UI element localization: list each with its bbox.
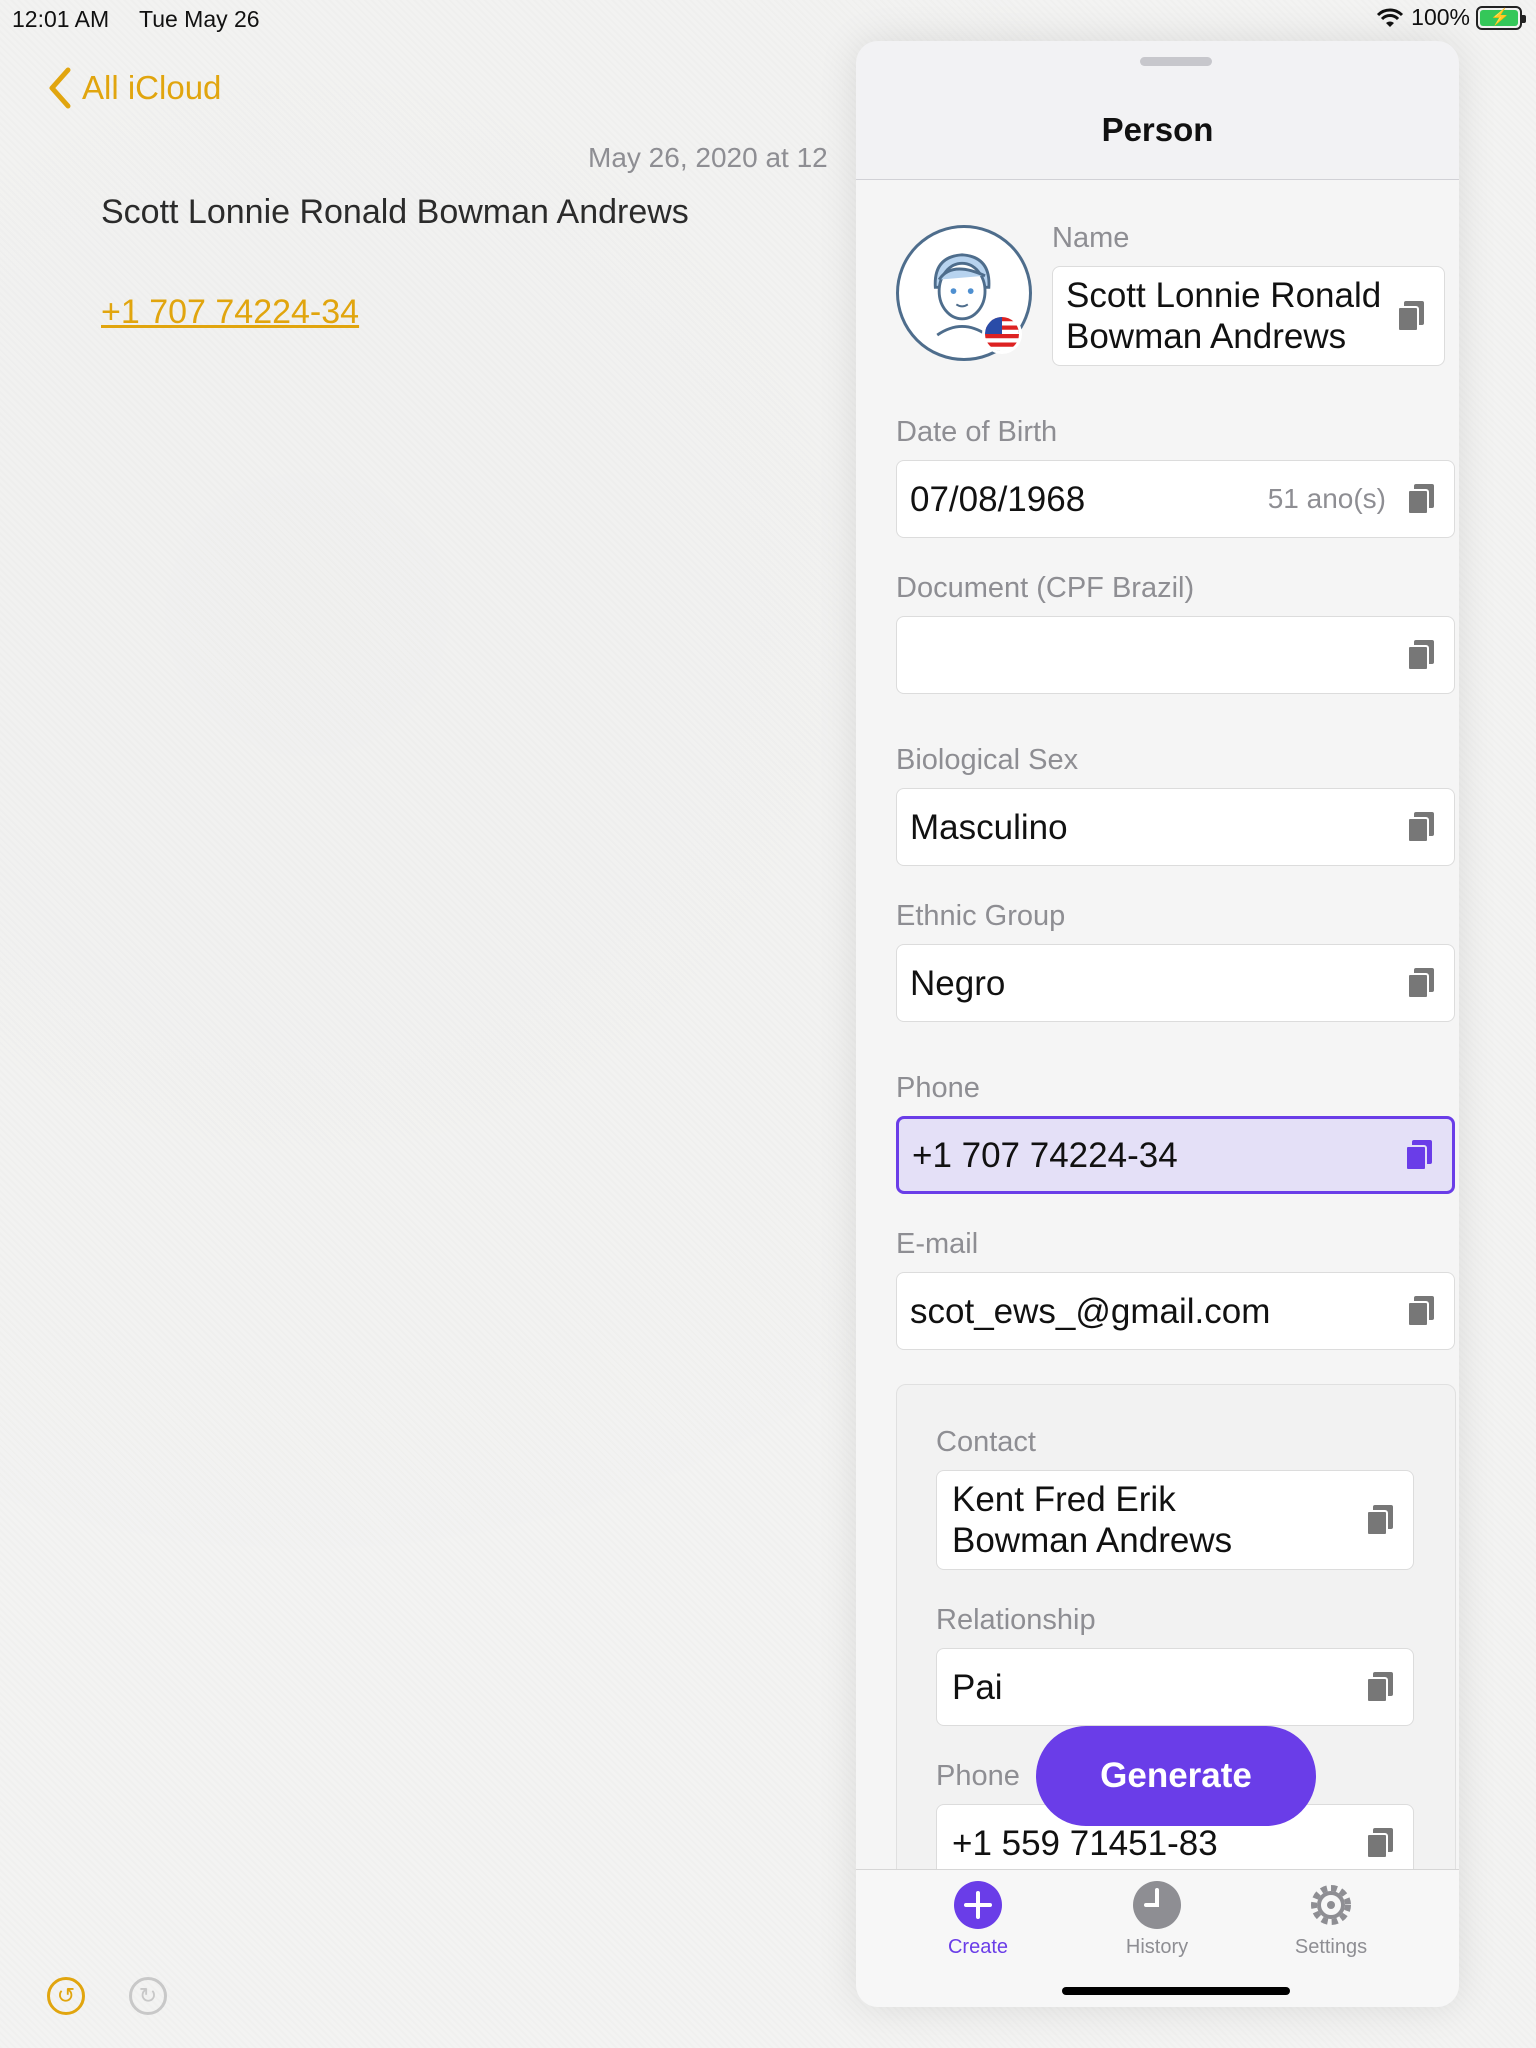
contact-line-2: Bowman Andrews bbox=[952, 1521, 1233, 1560]
phone-label: Phone bbox=[896, 1072, 980, 1104]
copy-icon[interactable] bbox=[1406, 638, 1436, 672]
note-title[interactable]: Scott Lonnie Ronald Bowman Andrews bbox=[101, 193, 689, 232]
ethnic-label: Ethnic Group bbox=[896, 900, 1066, 932]
wifi-icon bbox=[1377, 8, 1404, 27]
tab-settings[interactable]: Settings bbox=[1261, 1880, 1401, 1959]
back-button[interactable]: All iCloud bbox=[46, 66, 221, 110]
contact-phone-value: +1 559 71451-83 bbox=[952, 1823, 1218, 1863]
sex-label: Biological Sex bbox=[896, 744, 1079, 776]
status-right: 100% ⚡ bbox=[1375, 4, 1526, 31]
document-label: Document (CPF Brazil) bbox=[896, 572, 1195, 604]
dob-age: 51 ano(s) bbox=[1267, 483, 1386, 514]
dob-value: 07/08/1968 bbox=[910, 479, 1086, 519]
contact-label: Contact bbox=[936, 1426, 1036, 1458]
tab-create-label: Create bbox=[947, 1936, 1009, 1958]
sex-value: Masculino bbox=[910, 807, 1068, 847]
panel-title: Person bbox=[1101, 111, 1214, 148]
status-date: Tue May 26 bbox=[139, 6, 260, 32]
panel-grabber[interactable] bbox=[1140, 57, 1212, 66]
contact-field[interactable]: Kent Fred Erik Bowman Andrews bbox=[936, 1470, 1414, 1570]
name-line-1: Scott Lonnie Ronald bbox=[1066, 276, 1382, 315]
status-time: 12:01 AM bbox=[12, 6, 110, 32]
note-phone-link[interactable]: +1 707 74224-34 bbox=[101, 293, 359, 332]
name-field[interactable]: Scott Lonnie Ronald Bowman Andrews bbox=[1052, 266, 1445, 366]
undo-icon: ↺ bbox=[56, 1983, 76, 2008]
copy-icon[interactable] bbox=[1406, 810, 1436, 844]
home-indicator bbox=[1062, 1987, 1290, 1995]
undo-button[interactable]: ↺ bbox=[47, 1977, 85, 2015]
gear-icon bbox=[1311, 1885, 1351, 1925]
dob-field[interactable]: 07/08/1968 51 ano(s) bbox=[896, 460, 1455, 538]
dob-label: Date of Birth bbox=[896, 416, 1058, 448]
ethnic-value: Negro bbox=[910, 963, 1006, 1003]
contact-value: Kent Fred Erik Bowman Andrews bbox=[952, 1479, 1365, 1561]
plus-circle-icon bbox=[954, 1881, 1002, 1929]
tab-settings-label: Settings bbox=[1294, 1936, 1368, 1958]
tab-history-label: History bbox=[1125, 1936, 1189, 1958]
generate-button[interactable]: Generate bbox=[1036, 1726, 1316, 1826]
battery-icon: ⚡ bbox=[1476, 5, 1526, 30]
phone-field[interactable]: +1 707 74224-34 bbox=[896, 1116, 1455, 1194]
name-line-2: Bowman Andrews bbox=[1066, 317, 1347, 356]
name-value: Scott Lonnie Ronald Bowman Andrews bbox=[1066, 275, 1396, 357]
contact-phone-label: Phone bbox=[936, 1760, 1020, 1792]
us-flag-icon bbox=[982, 314, 1022, 354]
relationship-value: Pai bbox=[952, 1667, 1003, 1707]
email-label: E-mail bbox=[896, 1228, 979, 1260]
name-label: Name bbox=[1052, 222, 1130, 254]
tab-bar: Create History Settings bbox=[856, 1869, 1459, 2007]
relationship-field[interactable]: Pai bbox=[936, 1648, 1414, 1726]
copy-icon[interactable] bbox=[1365, 1670, 1395, 1704]
copy-icon[interactable] bbox=[1404, 1138, 1434, 1172]
copy-icon[interactable] bbox=[1365, 1826, 1395, 1860]
tab-create[interactable]: Create bbox=[908, 1880, 1048, 1959]
copy-icon[interactable] bbox=[1406, 966, 1436, 1000]
email-field[interactable]: scot_ews_@gmail.com bbox=[896, 1272, 1455, 1350]
phone-value: +1 707 74224-34 bbox=[912, 1135, 1178, 1175]
ethnic-field[interactable]: Negro bbox=[896, 944, 1455, 1022]
tab-history[interactable]: History bbox=[1087, 1880, 1227, 1959]
battery-percent: 100% bbox=[1411, 4, 1470, 30]
sex-field[interactable]: Masculino bbox=[896, 788, 1455, 866]
copy-icon[interactable] bbox=[1406, 482, 1436, 516]
redo-button[interactable]: ↻ bbox=[129, 1977, 167, 2015]
copy-icon[interactable] bbox=[1406, 1294, 1436, 1328]
clock-icon bbox=[1133, 1881, 1181, 1929]
person-form[interactable]: Name Scott Lonnie Ronald Bowman Andrews … bbox=[856, 180, 1459, 1907]
note-timestamp: May 26, 2020 at 12 bbox=[588, 142, 828, 173]
back-label: All iCloud bbox=[82, 69, 222, 106]
person-panel: Person Name Scott Lonnie Ronald Bowman A… bbox=[856, 41, 1459, 2007]
document-field[interactable] bbox=[896, 616, 1455, 694]
copy-icon[interactable] bbox=[1365, 1503, 1395, 1537]
relationship-label: Relationship bbox=[936, 1604, 1096, 1636]
copy-icon[interactable] bbox=[1396, 299, 1426, 333]
email-value: scot_ews_@gmail.com bbox=[910, 1291, 1271, 1331]
redo-icon: ↻ bbox=[138, 1983, 158, 2008]
chevron-left-icon bbox=[49, 67, 71, 109]
contact-line-1: Kent Fred Erik bbox=[952, 1480, 1176, 1519]
